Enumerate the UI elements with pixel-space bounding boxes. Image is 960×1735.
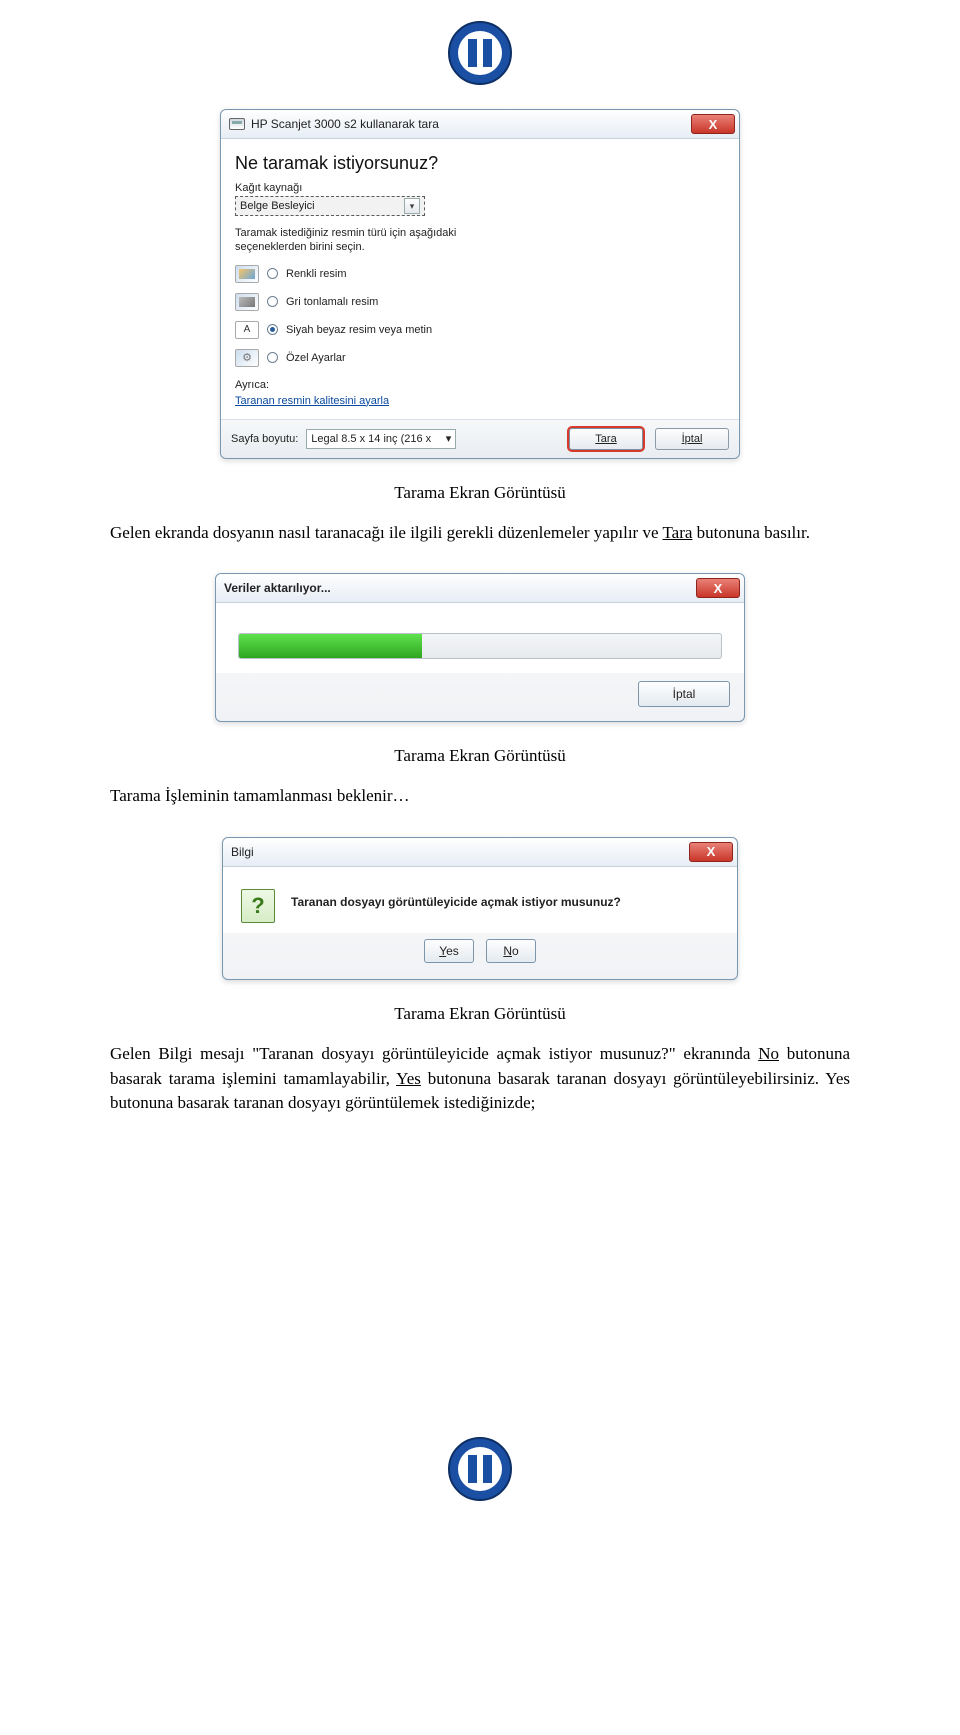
- paragraph-2: Tarama İşleminin tamamlanması beklenir…: [110, 784, 850, 809]
- cancel-button-label: İptal: [682, 433, 703, 445]
- also-label: Ayrıca:: [235, 379, 725, 391]
- yes-button[interactable]: Yes: [424, 939, 474, 963]
- progress-dialog: Veriler aktarılıyor... X İptal: [215, 573, 745, 722]
- close-button[interactable]: X: [696, 578, 740, 598]
- progress-title: Veriler aktarılıyor...: [224, 581, 331, 595]
- color-thumb-icon: [235, 265, 259, 283]
- bw-thumb-icon: [235, 321, 259, 339]
- progress-titlebar: Veriler aktarılıyor... X: [216, 574, 744, 603]
- caption-3: Tarama Ekran Görüntüsü: [110, 1004, 850, 1024]
- close-icon: X: [709, 117, 718, 132]
- para1-text-a: Gelen ekranda dosyanın nasıl taranacağı …: [110, 523, 662, 542]
- gray-thumb-icon: [235, 293, 259, 311]
- option-custom-label: Özel Ayarlar: [286, 352, 346, 364]
- radio-gray[interactable]: [267, 296, 278, 307]
- paragraph-1: Gelen ekranda dosyanın nasıl taranacağı …: [110, 521, 850, 546]
- university-logo-icon: [447, 20, 513, 86]
- caption-1: Tarama Ekran Görüntüsü: [110, 483, 850, 503]
- chevron-down-icon: ▾: [404, 198, 420, 214]
- cancel-button[interactable]: İptal: [638, 681, 730, 707]
- header-logo: [110, 20, 850, 91]
- scan-heading: Ne taramak istiyorsunuz?: [235, 153, 725, 174]
- para3-yes: Yes: [396, 1069, 421, 1088]
- page-size-label: Sayfa boyutu:: [231, 433, 298, 445]
- radio-color[interactable]: [267, 268, 278, 279]
- scan-dialog-titlebar: HP Scanjet 3000 s2 kullanarak tara X: [221, 110, 739, 139]
- close-button[interactable]: X: [689, 842, 733, 862]
- info-dialog: Bilgi X ? Taranan dosyayı görüntüleyicid…: [222, 837, 738, 980]
- scan-instruction: Taramak istediğiniz resmin türü için aşa…: [235, 226, 495, 255]
- paper-source-label: Kağıt kaynağı: [235, 182, 725, 194]
- option-color[interactable]: Renkli resim: [235, 265, 725, 283]
- progress-fill: [239, 634, 422, 658]
- para1-tara: Tara: [662, 523, 692, 542]
- para3-a: Gelen Bilgi mesajı "Taranan dosyayı görü…: [110, 1044, 758, 1063]
- caption-2: Tarama Ekran Görüntüsü: [110, 746, 850, 766]
- page-size-value: Legal 8.5 x 14 inç (216 x: [311, 433, 431, 445]
- scan-dialog-title: HP Scanjet 3000 s2 kullanarak tara: [251, 117, 439, 131]
- info-title: Bilgi: [231, 845, 254, 859]
- chevron-down-icon: ▾: [446, 432, 452, 445]
- option-custom[interactable]: Özel Ayarlar: [235, 349, 725, 367]
- gear-thumb-icon: [235, 349, 259, 367]
- info-titlebar: Bilgi X: [223, 838, 737, 867]
- option-gray-label: Gri tonlamalı resim: [286, 296, 378, 308]
- adjust-quality-link[interactable]: Taranan resmin kalitesini ayarla: [235, 395, 389, 407]
- footer-logo: [110, 1436, 850, 1507]
- no-button-label: No: [503, 944, 518, 958]
- close-button[interactable]: X: [691, 114, 735, 134]
- progress-bar: [238, 633, 722, 659]
- paper-source-value: Belge Besleyici: [240, 200, 315, 212]
- page-size-combo[interactable]: Legal 8.5 x 14 inç (216 x ▾: [306, 429, 456, 449]
- info-message: Taranan dosyayı görüntüleyicide açmak is…: [291, 889, 621, 909]
- para3-no: No: [758, 1044, 779, 1063]
- yes-button-label: Yes: [439, 944, 459, 958]
- option-bw[interactable]: Siyah beyaz resim veya metin: [235, 321, 725, 339]
- cancel-button[interactable]: İptal: [655, 428, 729, 450]
- question-icon: ?: [241, 889, 275, 923]
- no-button[interactable]: No: [486, 939, 536, 963]
- scan-button-label: Tara: [595, 433, 616, 445]
- paragraph-3: Gelen Bilgi mesajı "Taranan dosyayı görü…: [110, 1042, 850, 1116]
- university-logo-icon: [447, 1436, 513, 1502]
- close-icon: X: [707, 844, 716, 859]
- scan-dialog: HP Scanjet 3000 s2 kullanarak tara X Ne …: [220, 109, 740, 459]
- option-bw-label: Siyah beyaz resim veya metin: [286, 324, 432, 336]
- paper-source-combo[interactable]: Belge Besleyici ▾: [235, 196, 425, 216]
- scan-button[interactable]: Tara: [569, 428, 643, 450]
- radio-bw[interactable]: [267, 324, 278, 335]
- radio-custom[interactable]: [267, 352, 278, 363]
- scanner-app-icon: [229, 118, 245, 130]
- para1-text-b: butonuna basılır.: [692, 523, 810, 542]
- close-icon: X: [714, 581, 723, 596]
- option-color-label: Renkli resim: [286, 268, 347, 280]
- option-gray[interactable]: Gri tonlamalı resim: [235, 293, 725, 311]
- cancel-button-label: İptal: [673, 687, 696, 701]
